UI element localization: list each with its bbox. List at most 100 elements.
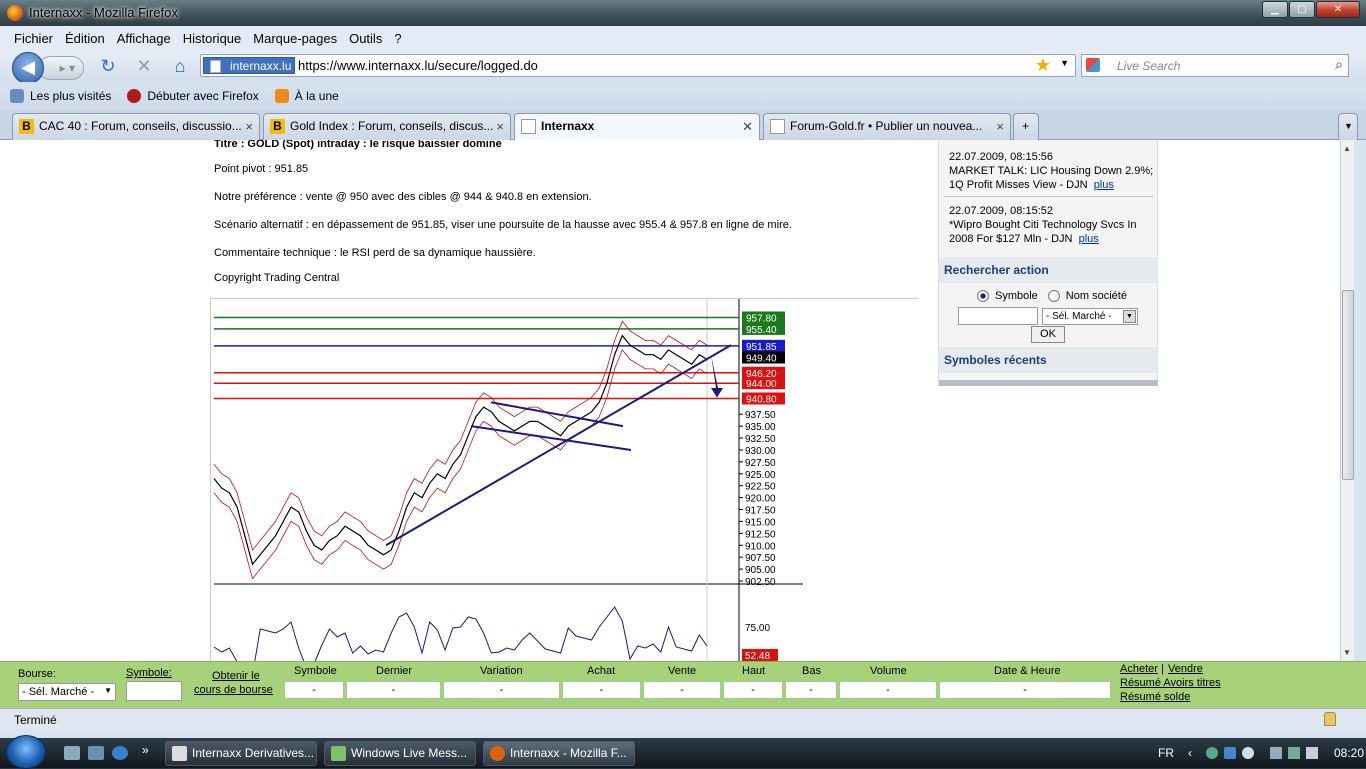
close-window-button[interactable]: ✕ — [1316, 1, 1360, 18]
taskbar-item-firefox[interactable]: Internaxx - Mozilla F... — [483, 741, 635, 766]
symbole-link[interactable]: Symbole: — [126, 667, 172, 679]
quicklaunch-more-icon[interactable]: » — [142, 743, 149, 757]
vertical-scrollbar[interactable]: ▲ ▼ — [1340, 140, 1354, 661]
chevron-down-icon[interactable]: ▼ — [1123, 310, 1136, 323]
bookmark-most-visited[interactable]: Les plus visités — [10, 89, 111, 103]
back-button[interactable]: ◀ — [12, 52, 44, 84]
status-text: Terminé — [14, 713, 57, 727]
tab-bar: B CAC 40 : Forum, conseils, discussio... ×… — [0, 110, 1366, 141]
firefox-icon — [490, 746, 505, 761]
chevron-down-icon[interactable]: ▼ — [104, 686, 112, 695]
minimize-button[interactable]: ▁ — [1262, 1, 1288, 18]
symbol-search-input[interactable] — [958, 307, 1038, 325]
tab-internaxx[interactable]: Internaxx ✕ — [514, 113, 760, 141]
search-icon[interactable]: ⌕ — [1335, 56, 1343, 73]
close-tab-icon[interactable]: × — [996, 114, 1004, 139]
taskbar-item-internaxx-derivatives[interactable]: Internaxx Derivatives... — [165, 741, 317, 766]
menu-help[interactable]: ? — [394, 31, 401, 46]
close-tab-icon[interactable]: × — [245, 114, 253, 139]
tab-forum-gold[interactable]: Forum-Gold.fr • Publier un nouvea... × — [763, 113, 1011, 140]
tray-expand-icon[interactable]: ‹ — [1188, 738, 1192, 768]
tab-list-button[interactable]: ▼ — [1338, 113, 1358, 140]
level-label: 951.85 — [746, 342, 777, 353]
window-icon — [172, 746, 187, 761]
col-header: Volume — [870, 665, 907, 677]
close-tab-icon[interactable]: ✕ — [742, 114, 753, 139]
tray-power-icon[interactable] — [1270, 747, 1282, 759]
bourse-select[interactable]: - Sél. Marché - ▼ — [18, 683, 116, 701]
firefox-bookmark-icon — [127, 89, 142, 103]
cell-vente: - — [643, 681, 721, 699]
col-header: Dernier — [376, 665, 413, 677]
tray-messenger-icon[interactable] — [1206, 747, 1218, 759]
site-identity-badge[interactable]: internaxx.lu — [203, 57, 296, 74]
menu-marque-pages[interactable]: Marque-pages — [253, 31, 337, 46]
scroll-up-icon[interactable]: ▲ — [1343, 144, 1351, 153]
buy-link[interactable]: Acheter — [1120, 663, 1158, 675]
switch-windows-icon[interactable] — [88, 746, 104, 760]
trend-line — [385, 344, 732, 547]
menu-fichier[interactable]: Fichier — [14, 31, 53, 46]
news-more-link[interactable]: plus — [1079, 233, 1099, 245]
home-icon[interactable]: ⌂ — [168, 55, 192, 77]
menu-affichage[interactable]: Affichage — [117, 31, 171, 46]
bookmark-star-icon[interactable]: ★ — [1035, 55, 1051, 76]
forward-button[interactable]: ▸ ▾ — [38, 56, 84, 80]
rsi-value-label: 52.48 — [745, 651, 770, 661]
recent-symbols-heading[interactable]: Symboles récents — [939, 347, 1158, 373]
browser-window: Internaxx - Mozilla Firefox ▁ ▢ ✕ Fichie… — [0, 0, 1366, 738]
radio-symbol-label: Symbole — [995, 290, 1038, 302]
tab-label: CAC 40 : Forum, conseils, discussio... — [39, 119, 242, 133]
tray-network2-icon[interactable] — [1288, 747, 1300, 759]
news-item: 22.07.2009, 08:15:52 *Wipro Bought Citi … — [949, 204, 1154, 246]
volume-icon[interactable] — [1306, 747, 1318, 759]
level-label: 949.40 — [746, 354, 777, 365]
news-text: 2008 For $127 Mln - DJN — [949, 233, 1073, 245]
market-select[interactable]: - Sél. Marché - ▼ — [1042, 308, 1138, 325]
scroll-down-icon[interactable]: ▼ — [1343, 648, 1351, 657]
tab-gold-index[interactable]: B Gold Index : Forum, conseils, discus...… — [263, 113, 511, 140]
lock-icon[interactable] — [1324, 712, 1336, 726]
holdings-summary-link[interactable]: Résumé Avoirs titres — [1120, 677, 1221, 689]
url-bar[interactable]: internaxx.lu https://www.internaxx.lu/se… — [200, 54, 1076, 77]
language-indicator[interactable]: FR — [1158, 738, 1174, 768]
close-tab-icon[interactable]: × — [496, 114, 504, 139]
tray-app-icon[interactable] — [1224, 747, 1236, 759]
news-more-link[interactable]: plus — [1094, 179, 1114, 191]
bookmark-getting-started[interactable]: Débuter avec Firefox — [127, 89, 259, 103]
search-engine-icon[interactable] — [1086, 58, 1100, 72]
ok-button[interactable]: OK — [1031, 326, 1065, 343]
y-tick-label: 932.50 — [745, 434, 776, 445]
start-button[interactable] — [6, 735, 46, 769]
maximize-button[interactable]: ▢ — [1289, 1, 1315, 18]
sell-link[interactable]: Vendre — [1168, 663, 1203, 675]
price-line — [213, 334, 708, 566]
internet-explorer-icon[interactable] — [112, 746, 128, 760]
scrollbar-thumb[interactable] — [1342, 290, 1354, 480]
show-desktop-icon[interactable] — [64, 746, 80, 760]
stop-icon[interactable]: ✕ — [132, 55, 156, 77]
reload-icon[interactable]: ↻ — [96, 55, 120, 77]
tray-network-icon[interactable] — [1242, 747, 1254, 759]
url-text[interactable]: https://www.internaxx.lu/secure/logged.d… — [298, 58, 538, 73]
status-bar: Terminé — [0, 708, 1366, 730]
bookmark-label: Les plus visités — [30, 89, 112, 103]
clock[interactable]: 08:20 — [1334, 738, 1364, 768]
tab-cac40[interactable]: B CAC 40 : Forum, conseils, discussio... × — [12, 113, 260, 140]
search-box[interactable]: Live Search ⌕ — [1081, 54, 1349, 77]
bookmark-headlines[interactable]: À la une — [274, 89, 339, 103]
obtain-quote-link-2[interactable]: cours de bourse — [194, 684, 273, 696]
menu-edition[interactable]: Édition — [65, 31, 105, 46]
new-tab-button[interactable]: + — [1013, 113, 1039, 140]
menu-historique[interactable]: Historique — [183, 31, 242, 46]
taskbar-item-live-messenger[interactable]: Windows Live Mess... — [324, 741, 476, 766]
balance-summary-link[interactable]: Résumé solde — [1120, 691, 1190, 703]
radio-symbol[interactable] — [977, 290, 989, 302]
symbol-input[interactable] — [126, 681, 182, 701]
url-dropdown-icon[interactable]: ▼ — [1060, 58, 1069, 68]
menu-outils[interactable]: Outils — [349, 31, 382, 46]
obtain-quote-link[interactable]: Obtenir le — [212, 670, 260, 682]
radio-company[interactable] — [1047, 290, 1060, 302]
level-label: 940.80 — [746, 394, 777, 405]
market-select-value: - Sél. Marché - — [1046, 311, 1112, 322]
